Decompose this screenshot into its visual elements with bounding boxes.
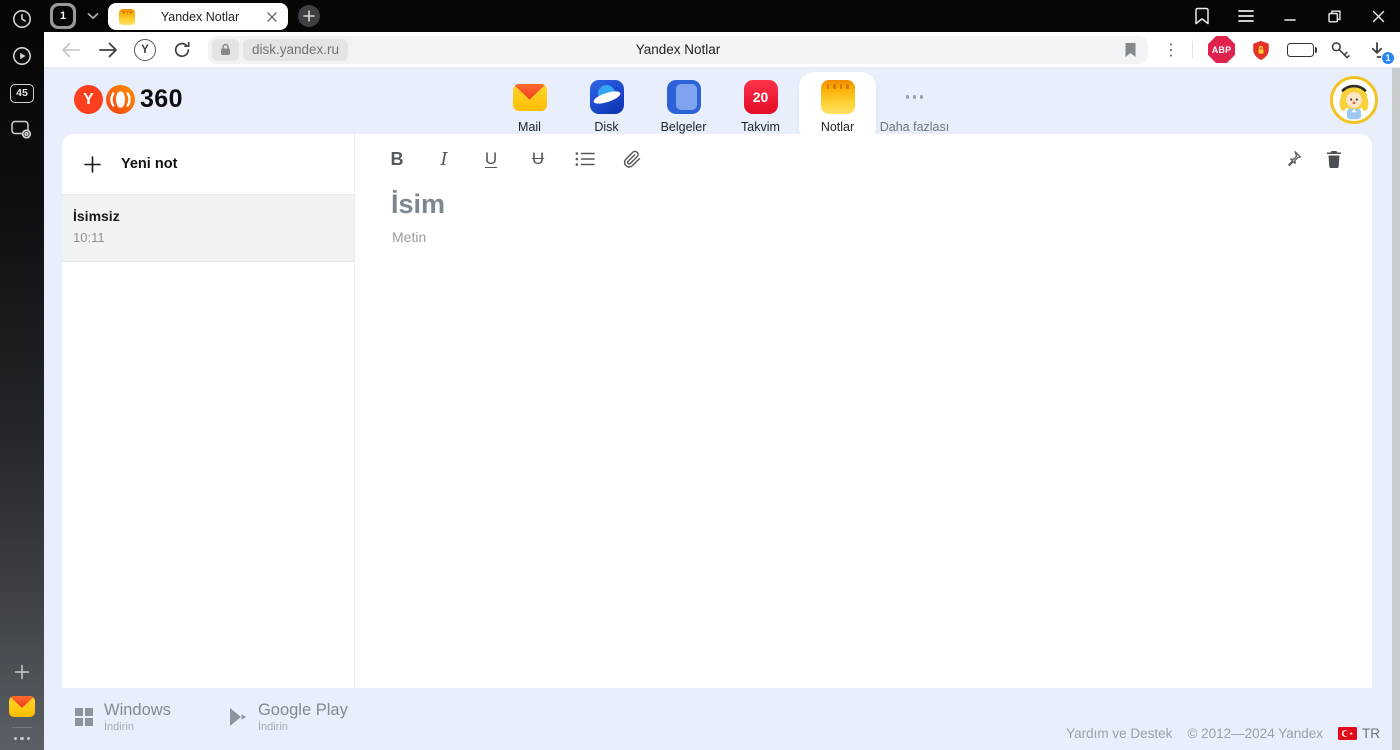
underline-button[interactable]: U: [479, 146, 503, 172]
battery-saver-icon[interactable]: [1287, 42, 1317, 57]
add-panel-icon[interactable]: [9, 659, 35, 685]
logo-suffix: 360: [140, 85, 183, 113]
documents-icon: [666, 80, 701, 114]
app-notes[interactable]: Notlar: [799, 72, 876, 141]
note-editor: B I U U İsim Metin: [355, 134, 1372, 688]
app-disk[interactable]: Disk: [568, 72, 645, 141]
forward-icon[interactable]: [97, 39, 119, 61]
note-time: 10:11: [73, 230, 105, 245]
app-calendar[interactable]: 20 Takvim: [722, 72, 799, 141]
y360-logo[interactable]: Y 360: [74, 85, 183, 114]
locale-switcher[interactable]: TR: [1338, 726, 1380, 741]
copyright-text: © 2012—2024 Yandex: [1187, 726, 1323, 741]
new-note-button[interactable]: Yeni not: [62, 134, 354, 195]
notes-app-card: Yeni not İsimsiz 10:11 B I U U İsim Meti…: [62, 134, 1372, 688]
browser-sidebar: 45: [0, 0, 44, 750]
note-actions: [1281, 146, 1346, 172]
screenshot-icon[interactable]: [9, 117, 35, 143]
calendar-icon: 20: [743, 80, 778, 114]
new-tab-button[interactable]: [298, 5, 320, 27]
counter-badge-value: 45: [10, 83, 34, 103]
app-mail[interactable]: Mail: [491, 72, 568, 141]
mail-shortcut-icon[interactable]: [9, 695, 35, 717]
strikethrough-button[interactable]: U: [526, 146, 550, 172]
tab-strip: 1 Yandex Notlar: [44, 0, 1400, 32]
tab-close-icon[interactable]: [265, 10, 279, 24]
disk-icon: [589, 80, 624, 114]
history-icon[interactable]: [9, 6, 35, 32]
attach-file-button[interactable]: [620, 146, 644, 172]
italic-button[interactable]: I: [432, 146, 456, 172]
omnibox-more-icon[interactable]: ⋮: [1163, 40, 1179, 60]
note-title: İsimsiz: [73, 208, 120, 224]
more-apps-icon: [898, 80, 932, 114]
download-google-play[interactable]: Google Play İndirin: [229, 701, 348, 733]
passwords-key-icon[interactable]: [1329, 39, 1351, 61]
download-count-badge: 1: [1381, 50, 1395, 65]
note-title-placeholder[interactable]: İsim: [391, 189, 445, 220]
note-list-item[interactable]: İsimsiz 10:11: [62, 195, 354, 262]
browser-toolbar: Y disk.yandex.ru Yandex Notlar ⋮ ABP 1: [44, 32, 1400, 68]
mail-flap: [9, 695, 35, 708]
plus-icon: [84, 155, 101, 173]
window-controls: [1193, 0, 1387, 32]
bullet-list-button[interactable]: [573, 146, 597, 172]
bold-button[interactable]: B: [385, 146, 409, 172]
delete-note-button[interactable]: [1322, 146, 1346, 172]
tab-count-value: 1: [53, 6, 73, 26]
download-windows[interactable]: Windows İndirin: [75, 701, 171, 733]
apps-nav: Mail Disk Belgeler 20 Takvim Notlar Daha…: [491, 72, 953, 141]
address-bar[interactable]: disk.yandex.ru Yandex Notlar: [208, 35, 1148, 64]
lock-icon[interactable]: [212, 38, 239, 61]
play-media-icon[interactable]: [9, 43, 35, 69]
back-icon[interactable]: [60, 39, 82, 61]
protect-shield-icon[interactable]: [1250, 39, 1272, 61]
notes-favicon: [119, 8, 135, 25]
restore-icon[interactable]: [1325, 7, 1343, 25]
tabs-dropdown-icon[interactable]: [83, 7, 103, 25]
reload-icon[interactable]: [171, 39, 193, 61]
sidebar-more-icon[interactable]: [13, 736, 31, 740]
minimize-icon[interactable]: [1281, 7, 1299, 25]
tab-counter[interactable]: 1: [50, 3, 76, 29]
help-support-link[interactable]: Yardım ve Destek: [1066, 726, 1172, 741]
browser-window: 45 1 Yandex Notlar Y disk.yandex.ru Yand…: [0, 0, 1400, 750]
downloads-icon[interactable]: 1: [1366, 39, 1395, 65]
sidebar-divider: [12, 726, 32, 728]
toolbar-divider: [1192, 40, 1193, 59]
note-body-placeholder[interactable]: Metin: [392, 229, 426, 245]
y360-orb-icon: [106, 85, 135, 114]
windows-icon: [75, 708, 93, 727]
download-links: Windows İndirin Google Play İndirin: [75, 701, 348, 733]
user-avatar[interactable]: [1330, 76, 1378, 124]
app-more[interactable]: Daha fazlası: [876, 72, 953, 141]
page-footer: Windows İndirin Google Play İndirin Yard…: [44, 688, 1400, 750]
active-tab[interactable]: Yandex Notlar: [108, 3, 288, 30]
notes-icon: [820, 80, 855, 114]
tab-title: Yandex Notlar: [160, 9, 240, 24]
app-documents[interactable]: Belgeler: [645, 72, 722, 141]
format-toolbar: B I U U: [385, 146, 644, 172]
google-play-icon: [229, 708, 246, 727]
mail-icon: [512, 83, 547, 111]
pin-note-button[interactable]: [1281, 146, 1305, 172]
legal-links: Yardım ve Destek © 2012—2024 Yandex TR: [1066, 726, 1380, 741]
adblock-extension-icon[interactable]: ABP: [1208, 36, 1235, 63]
omnibox-page-title: Yandex Notlar: [635, 42, 721, 57]
yandex-browser-icon[interactable]: Y: [134, 38, 156, 61]
yandex-logo-icon: Y: [74, 85, 103, 114]
turkey-flag-icon: [1338, 727, 1357, 740]
yandex360-page: Y 360 Mail Disk Belgeler 20 Takvim Notla…: [44, 68, 1400, 750]
notes-list-panel: Yeni not İsimsiz 10:11: [62, 134, 355, 688]
tab-counter-badge[interactable]: 45: [9, 80, 35, 106]
sidebar-panel-icon[interactable]: [1193, 7, 1211, 25]
bookmark-icon[interactable]: [1124, 42, 1137, 63]
menu-icon[interactable]: [1237, 7, 1255, 25]
close-window-icon[interactable]: [1369, 7, 1387, 25]
page-header: Y 360 Mail Disk Belgeler 20 Takvim Notla…: [44, 68, 1400, 141]
page-scrollbar[interactable]: [1392, 68, 1400, 750]
url-chip[interactable]: disk.yandex.ru: [243, 38, 349, 61]
